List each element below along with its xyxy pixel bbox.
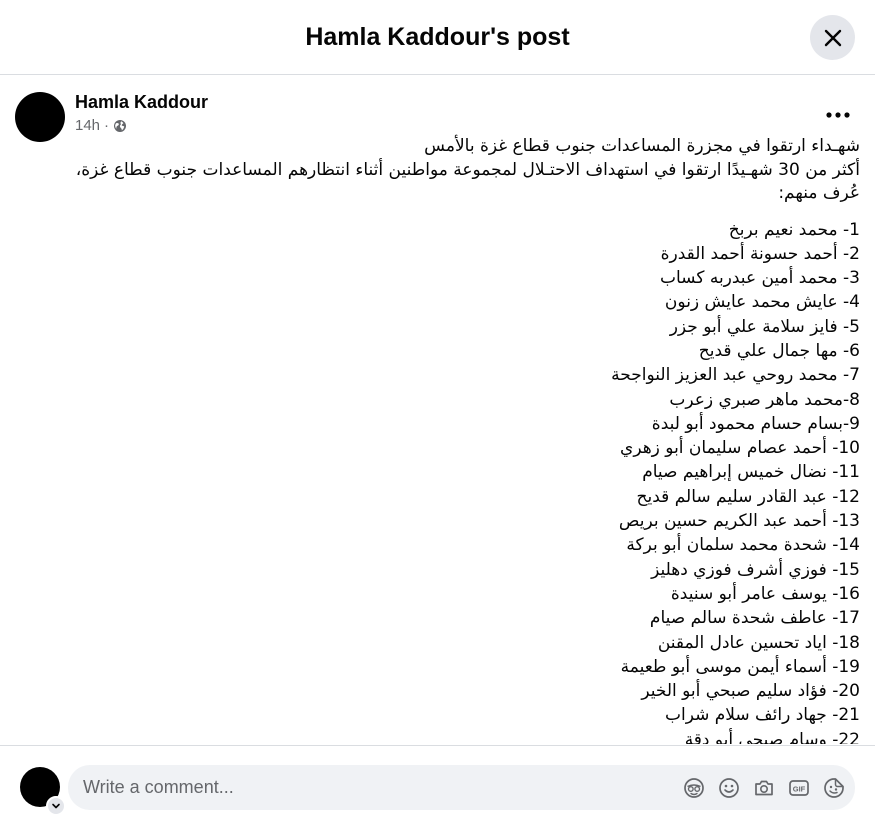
emoji-icon xyxy=(718,777,739,798)
more-options-button[interactable] xyxy=(818,100,858,130)
list-item: 3- محمد أمين عبدربه كساب xyxy=(659,268,860,289)
list-item: 8-محمد ماهر صبري زعرب xyxy=(669,389,860,410)
list-item: 12- عبد القادر سليم سالم قديح xyxy=(636,486,860,507)
list-item: 21- جهاد رائف سلام شراب xyxy=(664,705,860,726)
close-icon xyxy=(824,29,841,46)
meta-separator: · xyxy=(104,117,110,134)
post-text: شهـداء ارتقوا في مجزرة المساعدات جنوب قط… xyxy=(15,135,860,744)
profile-switch-button[interactable] xyxy=(46,796,66,816)
post-time[interactable]: 14h xyxy=(75,117,100,134)
post-paragraph: عُرف منهم: xyxy=(778,183,860,203)
avatar-sticker-icon xyxy=(683,777,704,798)
comment-composer: Write a comment... GIF xyxy=(0,745,875,832)
more-options-icon xyxy=(826,112,850,118)
post-meta: 14h · xyxy=(75,117,127,134)
list-item: 17- عاطف شحدة سالم صيام xyxy=(649,608,860,629)
list-item: 22- وسام صبحي أبو دقة xyxy=(684,729,860,744)
camera-icon xyxy=(754,780,773,795)
close-button[interactable] xyxy=(810,15,855,60)
list-item: 19- أسماء أيمن موسى أبو طعيمة xyxy=(620,656,860,677)
list-item: 13- أحمد عبد الكريم حسين بريص xyxy=(618,511,860,532)
emoji-button[interactable] xyxy=(717,776,740,799)
gif-button[interactable]: GIF xyxy=(787,776,810,799)
names-list: 1- محمد نعيم بربخ 2- أحمد حسونة أحمد الق… xyxy=(15,218,860,745)
photo-button[interactable] xyxy=(752,776,775,799)
avatar-sticker-button[interactable] xyxy=(682,776,705,799)
post-headline: شهـداء ارتقوا في مجزرة المساعدات جنوب قط… xyxy=(424,136,860,156)
list-item: 1- محمد نعيم بربخ xyxy=(728,219,860,240)
chevron-down-icon xyxy=(52,803,60,809)
list-item: 14- شحدة محمد سلمان أبو بركة xyxy=(626,535,860,556)
list-item: 4- عايش محمد عايش زنون xyxy=(664,292,860,313)
sticker-button[interactable] xyxy=(822,776,845,799)
post-content-area[interactable]: Hamla Kaddour 14h · شهـداء ارتقوا في مجز… xyxy=(0,76,875,744)
svg-text:GIF: GIF xyxy=(792,784,805,793)
comment-placeholder: Write a comment... xyxy=(83,777,234,797)
list-item: 6- مها جمال علي قديح xyxy=(698,340,860,361)
list-item: 7- محمد روحي عبد العزيز النواجحة xyxy=(611,365,860,386)
list-item: 2- أحمد حسونة أحمد القدرة xyxy=(660,243,860,264)
sticker-icon xyxy=(823,777,844,798)
list-item: 10- أحمد عصام سليمان أبو زهري xyxy=(620,438,860,459)
comment-input[interactable]: Write a comment... GIF xyxy=(68,765,855,810)
list-item: 5- فايز سلامة علي أبو جزر xyxy=(669,316,860,337)
gif-icon: GIF xyxy=(788,779,809,796)
dialog-title: Hamla Kaddour's post xyxy=(305,23,570,51)
list-item: 18- اياد تحسين عادل المقنن xyxy=(657,632,860,653)
list-item: 15- فوزي أشرف فوزي دهليز xyxy=(651,559,860,580)
post-paragraph: أكثر من 30 شهـيدًا ارتقوا في استهداف الا… xyxy=(75,159,860,180)
author-name[interactable]: Hamla Kaddour xyxy=(75,92,208,113)
list-item: 11- نضال خميس إبراهيم صيام xyxy=(642,462,860,483)
list-item: 9-بسام حسام محمود أبو لبدة xyxy=(651,413,860,434)
list-item: 20- فؤاد سليم صبحي أبو الخير xyxy=(641,681,860,702)
comment-tools: GIF xyxy=(682,765,845,810)
list-item: 16- يوسف عامر أبو سنيدة xyxy=(670,583,860,604)
globe-icon[interactable] xyxy=(113,119,127,133)
post-dialog-header: Hamla Kaddour's post xyxy=(0,0,875,75)
